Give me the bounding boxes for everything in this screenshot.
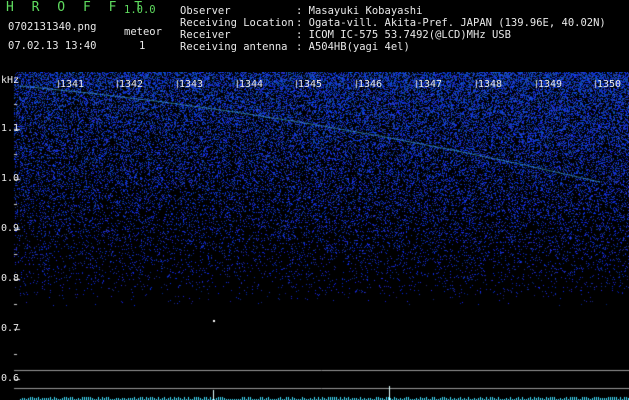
minute-tick-label: 1350 — [597, 79, 622, 90]
minute-tick-label: 1343 — [179, 79, 204, 90]
file-datetime: 07.02.13 13:40 — [8, 40, 97, 52]
freq-tick-label: 0.6 — [1, 373, 20, 384]
header-panel: H R O F F T 1.0.0 0702131340.png meteor … — [0, 0, 629, 56]
meteor-label: meteor — [124, 26, 162, 38]
minute-tick-label: 1342 — [119, 79, 144, 90]
freq-tick-label: 0.9 — [1, 223, 20, 234]
receiver-label: Receiver — [180, 29, 231, 41]
freq-tick-label: 1.1 — [1, 123, 20, 134]
freq-tick-label: 0.7 — [1, 323, 20, 334]
minute-tick-label: 1346 — [358, 79, 383, 90]
app-version: 1.0.0 — [124, 4, 156, 16]
freq-tick-label: 0.8 — [1, 273, 20, 284]
minute-tick-label: 1349 — [538, 79, 563, 90]
observer-label: Observer — [180, 5, 231, 17]
freq-tick-label: 1.0 — [1, 173, 20, 184]
observer-value: : Masayuki Kobayashi — [296, 5, 423, 17]
location-value: : Ogata-vill. Akita-Pref. JAPAN (139.96E… — [296, 17, 606, 29]
antenna-label: Receiving antenna — [180, 41, 288, 53]
minute-tick-label: 1341 — [60, 79, 85, 90]
spectrogram-canvas — [0, 72, 629, 400]
meteor-count: 1 — [139, 40, 146, 52]
minute-tick-label: 1345 — [298, 79, 323, 90]
minute-tick-label: 1347 — [418, 79, 443, 90]
axis-unit-label: kHz — [1, 75, 20, 86]
antenna-value: : A504HB(yagi 4el) — [296, 41, 410, 53]
file-name: 0702131340.png — [8, 21, 97, 33]
receiver-value: : ICOM IC-575 53.7492(@LCD)MHz USB — [296, 29, 511, 41]
minute-tick-label: 1348 — [478, 79, 503, 90]
location-label: Receiving Location — [180, 17, 294, 29]
minute-tick-label: 1344 — [239, 79, 264, 90]
